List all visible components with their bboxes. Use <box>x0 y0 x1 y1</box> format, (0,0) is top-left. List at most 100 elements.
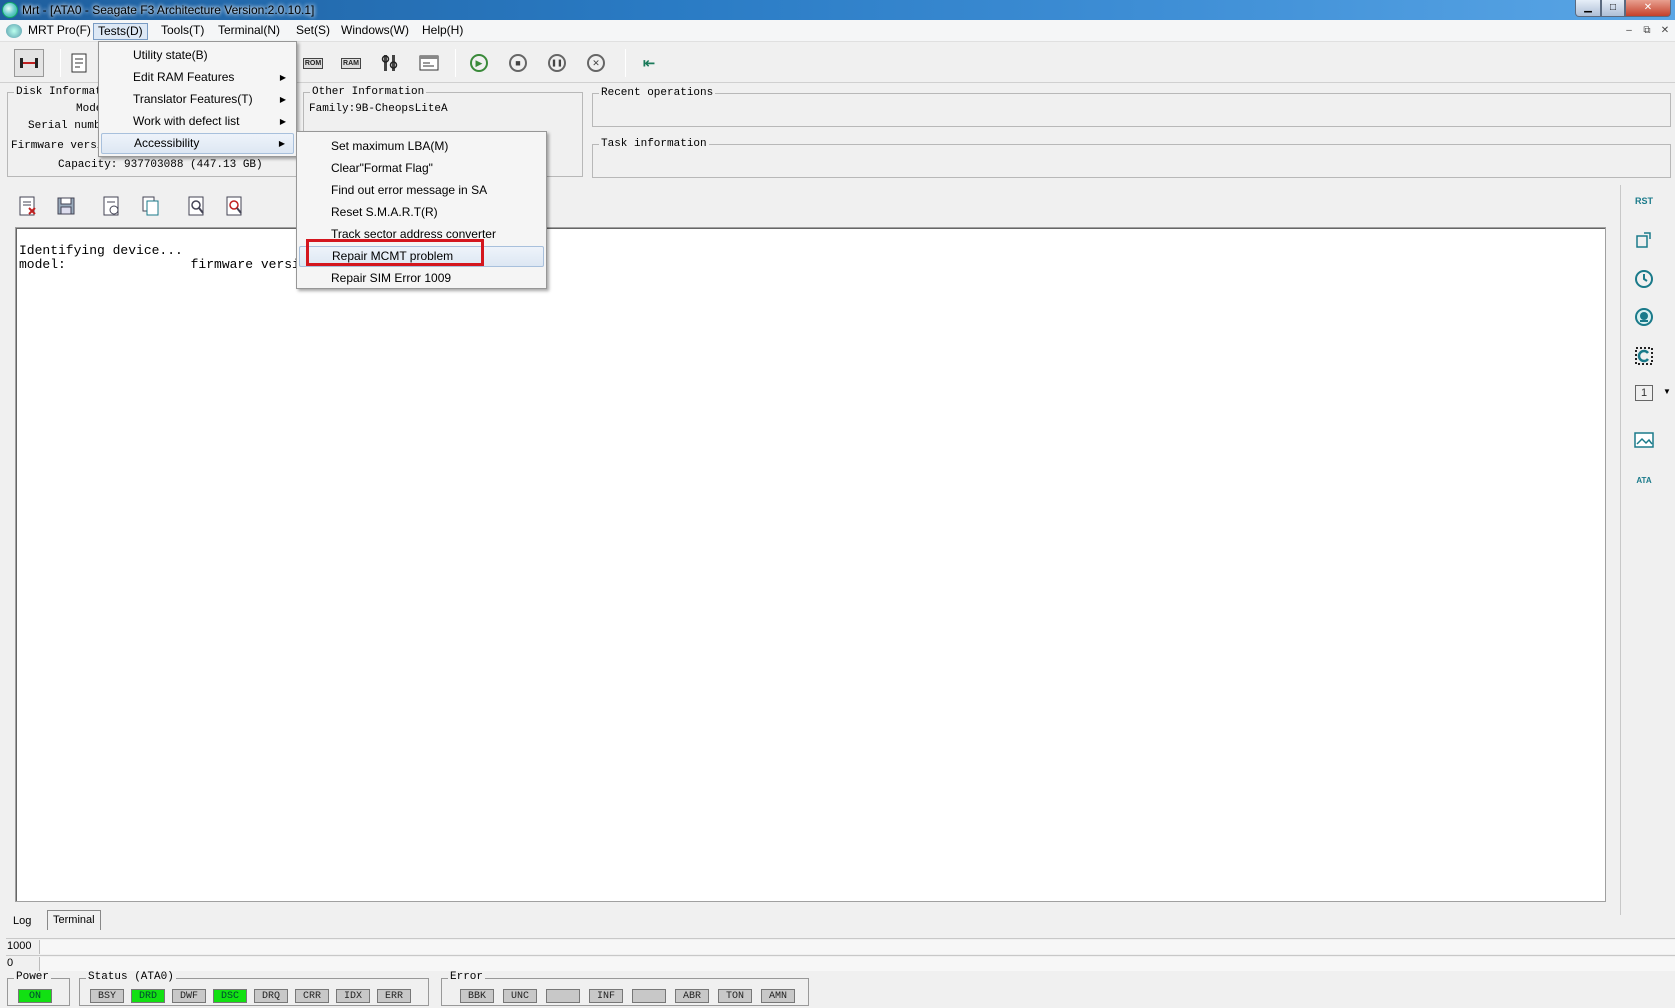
status-led: DWF <box>172 989 206 1003</box>
accessibility-menu-item[interactable]: Set maximum LBA(M) <box>299 136 544 157</box>
status-led: IDX <box>336 989 370 1003</box>
pause-button[interactable]: ❚❚ <box>544 51 570 75</box>
accessibility-menu-item[interactable]: Track sector address converter <box>299 224 544 245</box>
stop-button[interactable]: ■ <box>505 51 531 75</box>
play-icon: ▶ <box>470 54 488 72</box>
tab-terminal[interactable]: Terminal <box>47 910 101 930</box>
ata-icon[interactable]: ATA <box>1631 468 1657 492</box>
mdi-restore-button[interactable]: ⧉ <box>1640 24 1654 38</box>
menu-terminal[interactable]: Terminal(N) <box>214 23 284 40</box>
menu-item-label: Utility state(B) <box>133 48 208 62</box>
accessibility-menu-item[interactable]: Find out error message in SA <box>299 180 544 201</box>
family-value: Family:9B-CheopsLiteA <box>309 103 448 115</box>
refresh-icon[interactable] <box>1631 267 1657 291</box>
cancel-button[interactable]: ✕ <box>583 51 609 75</box>
accessibility-menu-item[interactable]: Repair SIM Error 1009 <box>299 268 544 289</box>
recent-operations-label: Recent operations <box>599 87 716 99</box>
ata-status-group: Status (ATA0) BSY DRD DWF DSC DRQ CRR IDX ERR <box>79 971 429 1006</box>
tests-menu-item[interactable]: Accessibility ▶ <box>101 133 294 154</box>
copy-log-icon[interactable] <box>139 195 163 217</box>
tab-log[interactable]: Log <box>8 912 36 932</box>
status-led: AMN <box>761 989 795 1003</box>
close-button[interactable]: ✕ <box>1625 0 1671 17</box>
pause-icon: ❚❚ <box>548 54 566 72</box>
log-panel[interactable]: Identifying device... model: firmware ve… <box>15 227 1606 902</box>
title-bar: Mrt - [ATA0 - Seagate F3 Architecture Ve… <box>0 0 1675 20</box>
status-led: ERR <box>377 989 411 1003</box>
error-status-group: Error BBK UNC INF ABR TON AMN <box>441 971 809 1006</box>
menu-help[interactable]: Help(H) <box>418 23 467 40</box>
power-label: Power <box>14 971 52 983</box>
menu-mrt-pro[interactable]: MRT Pro(F) <box>24 23 95 40</box>
status-led: CRR <box>295 989 329 1003</box>
serial-number-label: Serial numbe <box>28 120 108 132</box>
clear-log-icon[interactable] <box>16 195 40 217</box>
status-led <box>546 989 580 1003</box>
app-icon <box>2 2 18 18</box>
tests-menu-item[interactable]: Translator Features(T) ▶ <box>101 89 294 110</box>
ata-status-label: Status (ATA0) <box>86 971 176 983</box>
error-label: Error <box>448 971 486 983</box>
rom-icon[interactable]: ROM <box>300 51 326 75</box>
progress-bar <box>39 957 1675 971</box>
mdi-document-icon[interactable] <box>6 24 22 38</box>
disk-information-label: Disk Informati <box>14 86 111 98</box>
alert-icon[interactable] <box>1631 305 1657 329</box>
image-window-icon[interactable] <box>1631 428 1657 452</box>
progress-bar <box>39 940 1675 954</box>
status-led: DSC <box>213 989 247 1003</box>
chevron-down-icon[interactable]: ▼ <box>1663 387 1671 396</box>
accessibility-menu-item[interactable]: Repair MCMT problem <box>299 246 544 267</box>
window-title: Mrt - [ATA0 - Seagate F3 Architecture Ve… <box>22 3 315 17</box>
menu-item-label: Edit RAM Features <box>133 70 235 84</box>
save-log-icon[interactable] <box>54 195 78 217</box>
recent-operations-group: Recent operations <box>592 87 1671 127</box>
task-information-group: Task information <box>592 138 1671 178</box>
reset-icon[interactable]: RST <box>1631 189 1657 213</box>
menu-item-label: Work with defect list <box>133 114 240 128</box>
menu-tools[interactable]: Tools(T) <box>157 23 208 40</box>
menu-windows[interactable]: Windows(W) <box>337 23 413 40</box>
task-information-label: Task information <box>599 138 709 150</box>
minimize-button[interactable]: ▁ <box>1575 0 1601 17</box>
tests-menu-item[interactable]: Utility state(B) <box>101 45 294 66</box>
accessibility-submenu: Set maximum LBA(M) Clear"Format Flag" Find… <box>296 131 547 289</box>
status-led: DRQ <box>254 989 288 1003</box>
find-next-log-icon[interactable] <box>223 195 247 217</box>
page-number-icon[interactable]: 1 <box>1635 385 1653 401</box>
mdi-minimize-button[interactable]: – <box>1622 24 1636 38</box>
progress-value: 1000 <box>7 940 32 952</box>
status-led: BSY <box>90 989 124 1003</box>
right-toolbar: RST 1 ▼ ATA <box>1620 185 1675 915</box>
progress-value: 0 <box>7 957 14 969</box>
ram-icon[interactable]: RAM <box>338 51 364 75</box>
stop-icon: ■ <box>509 54 527 72</box>
accessibility-menu-item[interactable]: Clear"Format Flag" <box>299 158 544 179</box>
submenu-arrow-icon: ▶ <box>278 139 285 148</box>
other-information-label: Other Information <box>310 86 427 98</box>
menu-bar: MRT Pro(F) Tests(D) Tools(T) Terminal(N)… <box>0 20 1675 42</box>
log-settings-icon[interactable] <box>100 195 124 217</box>
find-log-icon[interactable] <box>185 195 209 217</box>
status-led: ON <box>18 989 52 1003</box>
menu-item-label: Accessibility <box>134 136 200 150</box>
menu-tests[interactable]: Tests(D) <box>93 23 148 40</box>
tests-menu-item[interactable]: Edit RAM Features ▶ <box>101 67 294 88</box>
tests-menu-item[interactable]: Work with defect list ▶ <box>101 111 294 132</box>
maximize-button[interactable]: □ <box>1601 0 1625 17</box>
power-cycle-icon[interactable] <box>1631 228 1657 252</box>
accessibility-menu-item[interactable]: Reset S.M.A.R.T(R) <box>299 202 544 223</box>
bottom-tabs: Log Terminal <box>0 910 1620 934</box>
chip-refresh-icon[interactable] <box>1631 344 1657 368</box>
play-button[interactable]: ▶ <box>466 51 492 75</box>
tools-icon[interactable] <box>377 51 403 75</box>
menu-set[interactable]: Set(S) <box>292 23 334 40</box>
notes-icon[interactable] <box>66 51 92 75</box>
exit-icon[interactable]: ⇤ <box>636 51 662 75</box>
submenu-arrow-icon: ▶ <box>279 73 286 82</box>
mdi-close-button[interactable]: ✕ <box>1658 24 1672 38</box>
status-led: DRD <box>131 989 165 1003</box>
progress-row: 1000 <box>6 938 1675 954</box>
connect-icon[interactable] <box>14 49 44 77</box>
terminal-window-icon[interactable] <box>416 51 442 75</box>
